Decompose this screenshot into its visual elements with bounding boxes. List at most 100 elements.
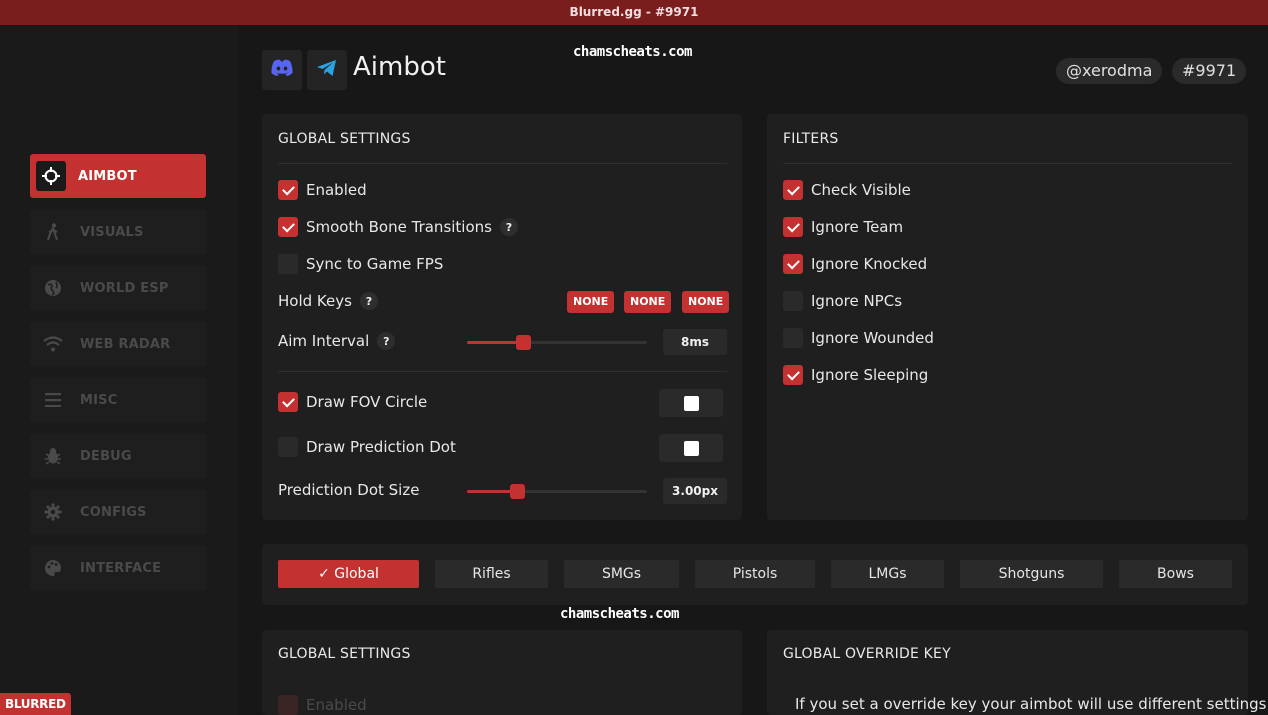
smooth-bone-label: Smooth Bone Transitions [306,218,492,236]
filter-label: Ignore NPCs [811,292,903,310]
sidebar-item-aimbot[interactable]: AIMBOT [30,154,206,198]
sidebar-item-label: AIMBOT [78,168,137,184]
aim-interval-label: Aim Interval [278,332,370,350]
watermark-top: chamscheats.com [573,44,692,60]
sidebar-item-debug[interactable]: DEBUG [30,434,206,478]
checkbox-checked[interactable] [278,180,298,200]
bottom-enabled-label: Enabled [306,696,367,714]
watermark-bottom: chamscheats.com [560,606,679,622]
draw-fov-label: Draw FOV Circle [306,393,428,411]
filter-label: Ignore Sleeping [811,366,929,384]
sidebar-item-visuals[interactable]: VISUALS [30,210,206,254]
slider-handle[interactable] [510,484,526,499]
filter-label: Ignore Knocked [811,255,928,273]
color-swatch [683,395,699,411]
hold-keys-label: Hold Keys [278,292,352,310]
telegram-button[interactable] [307,50,347,90]
checkbox-unchecked[interactable] [783,291,803,311]
aim-interval-value[interactable]: 8ms [663,329,727,355]
bottom-enabled-toggle[interactable]: Enabled [278,695,367,715]
checkbox-checked[interactable] [278,392,298,412]
divider [278,371,727,372]
tab-pistols[interactable]: Pistols [695,560,815,588]
help-icon[interactable]: ? [377,332,396,350]
sync-fps-label: Sync to Game FPS [306,255,444,273]
window-title: Blurred.gg - #9971 [569,5,699,19]
smooth-bone-toggle[interactable]: Smooth Bone Transitions ? [278,217,518,237]
sidebar-item-configs[interactable]: CONFIGS [30,490,206,534]
sidebar-item-label: DEBUG [80,448,132,464]
filter-ignore-team[interactable]: Ignore Team [783,217,903,237]
filter-ignore-sleeping[interactable]: Ignore Sleeping [783,365,928,385]
filters-panel [767,114,1248,520]
override-key-description: If you set a override key your aimbot wi… [795,695,1267,713]
filter-label: Ignore Team [811,218,904,236]
discord-button[interactable] [262,50,302,90]
globe-icon [42,277,64,299]
tab-global[interactable]: ✓ Global [278,560,419,588]
color-swatch [683,440,699,456]
fov-color-picker[interactable] [659,389,723,417]
filter-ignore-knocked[interactable]: Ignore Knocked [783,254,927,274]
prediction-size-value[interactable]: 3.00px [663,478,727,504]
checkbox-unchecked[interactable] [783,328,803,348]
hold-key-3-button[interactable]: NONE [682,291,730,313]
sidebar-item-web-radar[interactable]: WEB RADAR [30,322,206,366]
brand-badge: BLURRED [0,693,71,715]
tab-bows[interactable]: Bows [1119,560,1232,588]
checkbox-checked[interactable] [783,180,803,200]
filter-label: Check Visible [811,181,911,199]
tab-rifles[interactable]: Rifles [435,560,548,588]
checkbox-checked[interactable] [278,217,298,237]
checkbox-checked[interactable] [783,254,803,274]
bottom-global-settings-title: GLOBAL SETTINGS [278,646,411,662]
checkbox-checked[interactable] [783,365,803,385]
sidebar-item-label: INTERFACE [80,560,162,576]
help-icon[interactable]: ? [359,292,378,310]
hold-keys-row: Hold Keys ? [278,292,378,310]
user-tag-badge: #9971 [1172,58,1247,84]
tab-shotguns[interactable]: Shotguns [960,560,1103,588]
checkbox-disabled[interactable] [278,695,298,715]
draw-fov-toggle[interactable]: Draw FOV Circle [278,392,427,412]
prediction-size-label: Prediction Dot Size [278,481,420,499]
hold-key-2-button[interactable]: NONE [624,291,672,313]
filter-ignore-wounded[interactable]: Ignore Wounded [783,328,934,348]
checkbox-checked[interactable] [783,217,803,237]
user-handle-badge: @xerodma [1056,58,1163,84]
telegram-icon [316,59,338,81]
checkbox-unchecked[interactable] [278,437,298,457]
person-walk-icon [42,221,64,243]
sidebar-item-label: WEB RADAR [80,336,171,352]
check-icon: ✓ [318,566,330,582]
bug-icon [42,445,64,467]
sidebar-item-misc[interactable]: MISC [30,378,206,422]
hold-key-1-button[interactable]: NONE [567,291,615,313]
enabled-label: Enabled [306,181,367,199]
slider-handle[interactable] [515,335,531,350]
filter-check-visible[interactable]: Check Visible [783,180,911,200]
prediction-size-slider[interactable] [467,484,647,499]
draw-prediction-toggle[interactable]: Draw Prediction Dot [278,437,456,457]
prediction-color-picker[interactable] [659,434,723,462]
divider [783,163,1232,164]
sidebar-item-label: WORLD ESP [80,280,169,296]
aim-interval-row: Aim Interval ? [278,332,396,350]
enabled-toggle[interactable]: Enabled [278,180,367,200]
gear-icon [42,501,64,523]
sidebar-item-world-esp[interactable]: WORLD ESP [30,266,206,310]
sync-fps-toggle[interactable]: Sync to Game FPS [278,254,443,274]
tab-lmgs[interactable]: LMGs [831,560,944,588]
checkbox-unchecked[interactable] [278,254,298,274]
sidebar-item-label: VISUALS [80,224,144,240]
discord-icon [270,59,294,81]
slider-fill [467,341,523,344]
palette-icon [42,557,64,579]
filters-title: FILTERS [783,131,839,147]
sidebar-item-interface[interactable]: INTERFACE [30,546,206,590]
help-icon[interactable]: ? [499,218,518,236]
sidebar [0,25,238,715]
tab-smgs[interactable]: SMGs [564,560,679,588]
filter-ignore-npcs[interactable]: Ignore NPCs [783,291,902,311]
aim-interval-slider[interactable] [467,335,647,350]
